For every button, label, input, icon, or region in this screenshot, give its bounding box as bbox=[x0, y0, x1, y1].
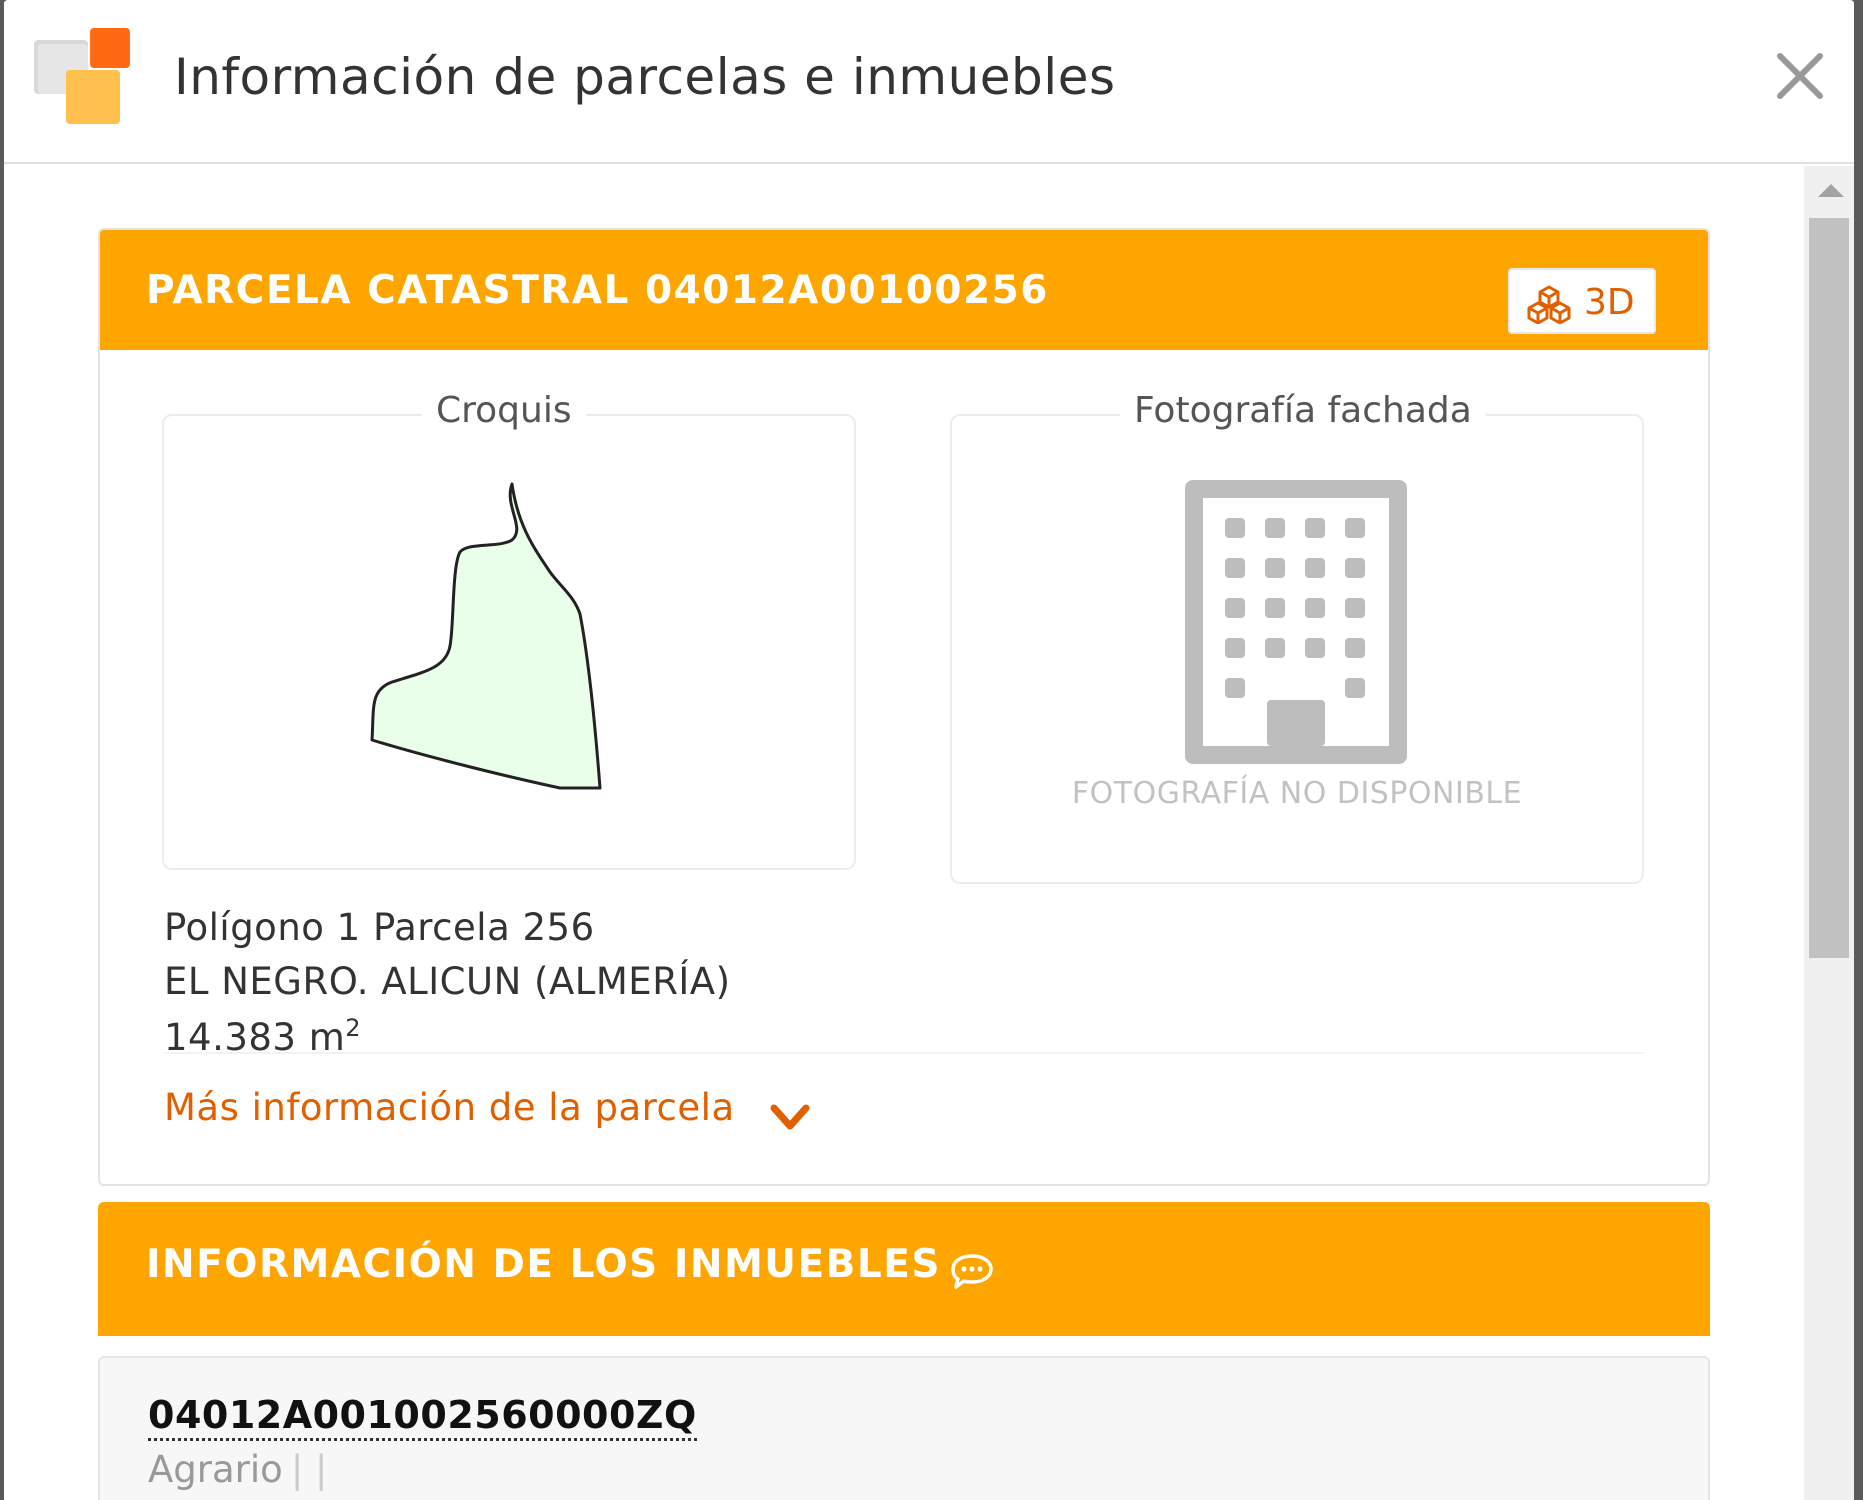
vertical-scrollbar[interactable] bbox=[1804, 166, 1854, 1500]
property-item: 04012A001002560000ZQ Agrario | | bbox=[98, 1356, 1710, 1500]
properties-section-header: INFORMACIÓN DE LOS INMUEBLES bbox=[98, 1202, 1710, 1336]
parcel-area-exponent: 2 bbox=[345, 1014, 362, 1042]
photo-legend: Fotografía fachada bbox=[1120, 390, 1486, 431]
parcel-sketch[interactable] bbox=[304, 476, 684, 856]
scrollbar-thumb[interactable] bbox=[1809, 218, 1849, 958]
parcel-title: PARCELA CATASTRAL 04012A00100256 bbox=[146, 268, 1049, 313]
parcel-location: Polígono 1 Parcela 256 bbox=[164, 906, 595, 949]
parcel-card-header: PARCELA CATASTRAL 04012A00100256 3D bbox=[100, 230, 1708, 350]
building-icon bbox=[1185, 480, 1407, 764]
modal-body: PARCELA CATASTRAL 04012A00100256 3D Croq… bbox=[4, 166, 1804, 1500]
photo-unavailable-text: FOTOGRAFÍA NO DISPONIBLE bbox=[1071, 776, 1523, 811]
scroll-up-arrow-icon[interactable] bbox=[1818, 184, 1844, 197]
view-3d-button[interactable]: 3D bbox=[1508, 268, 1656, 334]
croquis-panel: Croquis bbox=[162, 390, 856, 870]
close-icon[interactable] bbox=[1772, 48, 1828, 104]
more-parcel-info-link[interactable]: Más información de la parcela bbox=[164, 1086, 735, 1129]
view-3d-label: 3D bbox=[1584, 282, 1635, 323]
parcel-details: Polígono 1 Parcela 256 EL NEGRO. ALICUN … bbox=[164, 894, 1644, 1059]
parcel-area-value: 14.383 m bbox=[164, 1016, 346, 1059]
properties-section-title: INFORMACIÓN DE LOS INMUEBLES bbox=[146, 1242, 941, 1287]
chevron-down-icon[interactable] bbox=[768, 1098, 812, 1138]
modal-title: Información de parcelas e inmuebles bbox=[174, 48, 1116, 106]
cubes-icon bbox=[1527, 285, 1571, 324]
parcel-area: 14.383 m2 bbox=[164, 1014, 361, 1059]
parcel-card: PARCELA CATASTRAL 04012A00100256 3D Croq… bbox=[98, 228, 1710, 1186]
property-use-label: Agrario bbox=[148, 1448, 283, 1491]
photo-panel: Fotografía fachada FOTOGRAFÍA NO DISPONI… bbox=[950, 390, 1644, 884]
chat-bubble-icon[interactable] bbox=[950, 1252, 994, 1290]
croquis-legend: Croquis bbox=[422, 390, 586, 431]
property-separators: | | bbox=[290, 1448, 328, 1491]
property-use: Agrario | | bbox=[148, 1448, 328, 1491]
parcel-info-modal: Información de parcelas e inmuebles PARC… bbox=[4, 0, 1854, 1500]
modal-header: Información de parcelas e inmuebles bbox=[4, 0, 1854, 164]
property-reference-link[interactable]: 04012A001002560000ZQ bbox=[148, 1392, 697, 1441]
parcel-address: EL NEGRO. ALICUN (ALMERÍA) bbox=[164, 960, 731, 1003]
catastro-logo-icon bbox=[34, 28, 130, 124]
